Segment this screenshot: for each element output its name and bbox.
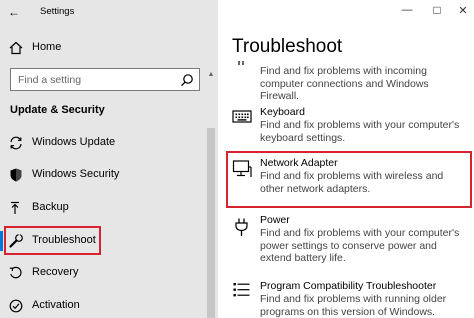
title-bar: ← Settings [0, 0, 218, 25]
troubleshooter-name: Program Compatibility Troubleshooter [260, 280, 437, 292]
keyboard-icon [232, 110, 252, 123]
troubleshooter-power[interactable]: Power Find and fix problems with your co… [218, 211, 474, 271]
troubleshooter-name: Keyboard [260, 106, 305, 118]
troubleshooter-description: Find and fix problems with your computer… [260, 119, 460, 144]
nav-item-windows-security[interactable]: Windows Security [0, 160, 206, 190]
recovery-icon [9, 266, 22, 279]
nav-item-recovery[interactable]: Recovery [0, 258, 206, 288]
navigation-pane: ← Settings Home Update & Security Window… [0, 0, 218, 318]
section-heading: Update & Security [10, 104, 105, 116]
scroll-up-arrow-icon[interactable]: ▲ [206, 70, 216, 80]
window-title: Settings [40, 6, 75, 17]
nav-item-label: Windows Security [32, 168, 120, 180]
troubleshooter-description: Find and fix problems with incoming comp… [260, 65, 429, 102]
troubleshooter-program-compatibility[interactable]: Program Compatibility Troubleshooter Fin… [218, 276, 474, 318]
troubleshooter-keyboard[interactable]: Keyboard Find and fix problems with your… [218, 103, 474, 149]
selection-indicator [0, 231, 3, 251]
sync-icon [10, 136, 22, 150]
network-adapter-highlight-box [226, 151, 472, 208]
troubleshooter-incoming-connections[interactable]: Find and fix problems with incoming comp… [218, 58, 474, 102]
troubleshooter-description: Find and fix problems with running older… [260, 293, 447, 318]
nav-item-windows-update[interactable]: Windows Update [0, 128, 206, 158]
nav-item-label: Recovery [32, 266, 79, 278]
nav-scrollbar-thumb[interactable] [207, 128, 215, 318]
page-title: Troubleshoot [232, 36, 343, 57]
find-setting-box[interactable] [10, 68, 200, 91]
minimize-icon[interactable]: — [400, 4, 414, 16]
nav-item-label: Backup [32, 201, 69, 213]
troubleshooter-name: Power [260, 214, 290, 226]
search-input[interactable] [18, 72, 168, 87]
nav-item-backup[interactable]: Backup [0, 193, 206, 223]
backup-arrow-icon [11, 201, 19, 214]
back-arrow-icon[interactable]: ← [8, 6, 22, 18]
program-list-icon [233, 283, 250, 297]
home-icon [9, 41, 23, 55]
firewall-icon [238, 61, 244, 65]
nav-item-label: Activation [32, 299, 80, 311]
nav-home-label: Home [32, 41, 62, 53]
maximize-icon[interactable]: □ [430, 3, 444, 17]
power-plug-icon [235, 218, 248, 236]
search-icon[interactable] [180, 73, 194, 87]
nav-item-label: Windows Update [32, 136, 116, 148]
shield-icon [10, 168, 22, 182]
nav-item-activation[interactable]: Activation [0, 291, 206, 318]
troubleshooter-description: Find and fix problems with your computer… [260, 227, 460, 264]
close-icon[interactable]: ✕ [456, 4, 470, 17]
troubleshoot-highlight-box [4, 226, 101, 255]
checkmark-circle-icon [9, 299, 23, 313]
nav-home[interactable]: Home [0, 33, 206, 63]
